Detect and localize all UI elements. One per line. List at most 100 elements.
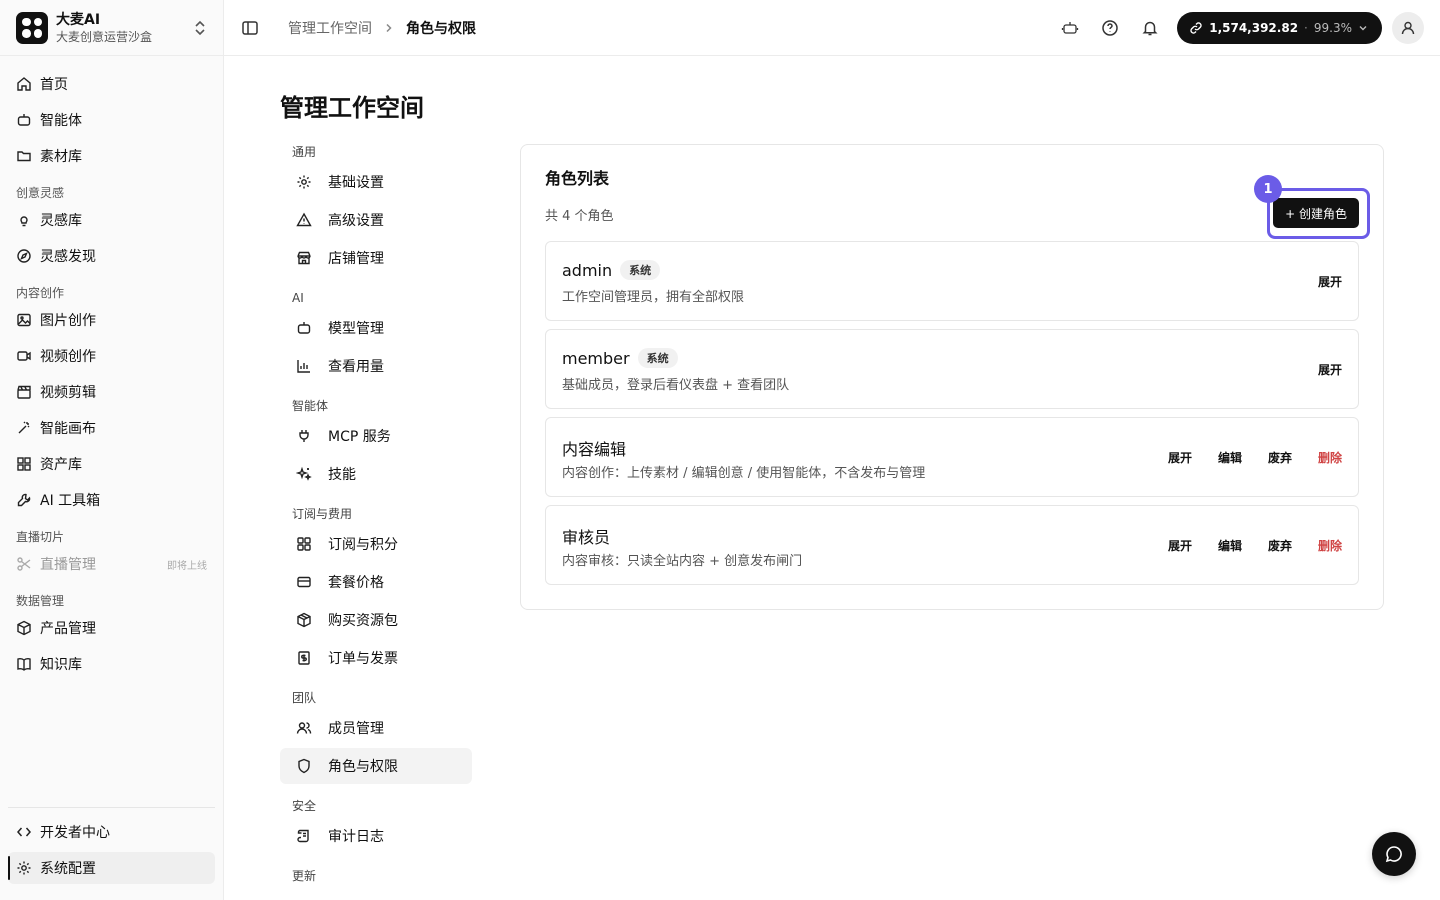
expand-button[interactable]: 展开 [1318,361,1342,378]
settings-item-usage[interactable]: 查看用量 [280,348,472,384]
expand-button[interactable]: 展开 [1318,273,1342,290]
roles-card: 角色列表 共 4 个角色 + 创建角色 1 admin 系统 工作空间管理员，拥… [520,144,1384,610]
breadcrumb-current: 角色与权限 [406,20,476,37]
sparkles-icon [296,466,312,482]
coming-soon-badge: 即将上线 [167,560,207,572]
main-nav: 首页 智能体 素材库 创意灵感 灵感库 灵感发现 内容创作 图片创作 视频创作 [0,56,223,680]
settings-section-team: 团队 [292,691,317,705]
settings-item-mcp[interactable]: MCP 服务 [280,418,472,454]
settings-item-stores[interactable]: 店铺管理 [280,240,472,276]
role-name: admin [562,260,613,280]
page-title: 管理工作空间 [280,94,424,122]
credits-percent: 99.3% [1313,20,1352,35]
sidebar-item-label: 资产库 [40,457,82,473]
sidebar-item-home[interactable]: 首页 [8,68,215,100]
delete-button[interactable]: 删除 [1318,449,1342,466]
credits-button[interactable]: 1,574,392.82 · 99.3% [1177,11,1382,44]
code-icon [16,824,32,840]
sidebar-item-label: 知识库 [40,657,82,673]
settings-nav: 通用 基础设置 高级设置 店铺管理 AI 模型管理 查看用量 智能体 MCP 服… [280,140,472,888]
role-description: 工作空间管理员，拥有全部权限 [562,290,745,305]
expand-button[interactable]: 展开 [1168,449,1192,466]
deprecate-button[interactable]: 废弃 [1268,449,1292,466]
settings-item-orders[interactable]: 订单与发票 [280,640,472,676]
settings-item-audit-log[interactable]: 审计日志 [280,818,472,854]
bot-icon[interactable] [1061,19,1079,37]
sidebar-item-video-editing[interactable]: 视频剪辑 [8,376,215,408]
settings-item-label: 套餐价格 [328,575,384,591]
workspace-switcher[interactable]: 大麦AI 大麦创意运营沙盒 [0,0,223,56]
scroll-icon [296,828,312,844]
sidebar-item-system-config[interactable]: 系统配置 [8,852,215,884]
sidebar-item-materials[interactable]: 素材库 [8,140,215,172]
bell-icon[interactable] [1141,19,1159,37]
settings-item-skills[interactable]: 技能 [280,456,472,492]
settings-item-subscription[interactable]: 订阅与积分 [280,526,472,562]
nav-section-data: 数据管理 [16,594,65,608]
settings-item-label: 角色与权限 [328,759,398,775]
system-badge: 系统 [620,260,661,280]
settings-item-label: 查看用量 [328,359,384,375]
system-badge: 系统 [637,348,678,368]
box-icon [16,620,32,636]
sidebar: 大麦AI 大麦创意运营沙盒 首页 智能体 素材库 创意灵感 灵感库 灵感发现 内 [0,0,224,900]
settings-section-agent: 智能体 [292,399,329,413]
settings-section-security: 安全 [292,799,317,813]
chevron-down-icon [1358,23,1368,33]
settings-item-resource-packs[interactable]: 购买资源包 [280,602,472,638]
sidebar-item-inspiration-discover[interactable]: 灵感发现 [8,240,215,272]
compass-icon [16,248,32,264]
sidebar-item-products[interactable]: 产品管理 [8,612,215,644]
link-icon [1189,21,1203,35]
sidebar-item-video-creation[interactable]: 视频创作 [8,340,215,372]
sidebar-item-developer[interactable]: 开发者中心 [8,816,215,848]
sidebar-item-knowledge[interactable]: 知识库 [8,648,215,680]
chevron-updown-icon[interactable] [193,19,207,37]
help-icon[interactable] [1101,19,1119,37]
sidebar-item-agents[interactable]: 智能体 [8,104,215,136]
image-icon [16,312,32,328]
role-description: 基础成员，登录后看仪表盘 + 查看团队 [562,378,790,393]
sidebar-toggle-icon[interactable] [240,18,260,38]
brand-logo [16,11,48,44]
sidebar-item-inspiration-library[interactable]: 灵感库 [8,204,215,236]
sidebar-item-label: AI 工具箱 [40,493,101,509]
user-icon [1401,21,1415,34]
sidebar-item-ai-toolbox[interactable]: AI 工具箱 [8,484,215,516]
deprecate-button[interactable]: 废弃 [1268,537,1292,554]
sidebar-item-label: 首页 [40,77,68,93]
brand-subtitle: 大麦创意运营沙盒 [56,29,153,44]
settings-item-roles[interactable]: 角色与权限 [280,748,472,784]
package-icon [296,612,312,628]
settings-item-basic[interactable]: 基础设置 [280,164,472,200]
sidebar-item-label: 视频创作 [40,349,96,365]
apps-icon [296,536,312,552]
wrench-icon [16,492,32,508]
user-avatar[interactable] [1392,11,1424,44]
delete-button[interactable]: 删除 [1318,537,1342,554]
scissors-icon [16,556,32,572]
breadcrumb-workspace[interactable]: 管理工作空间 [288,18,372,38]
sidebar-item-smart-canvas[interactable]: 智能画布 [8,412,215,444]
chat-bubble-icon [1385,846,1402,863]
role-row-reviewer: 审核员 内容审核：只读全站内容 + 创意发布闸门 展开 编辑 废弃 删除 [545,505,1359,585]
edit-button[interactable]: 编辑 [1218,537,1242,554]
chat-button[interactable] [1372,832,1416,876]
sidebar-item-label: 直播管理 [40,557,96,573]
users-icon [296,720,312,736]
role-name: 审核员 [562,528,611,547]
sidebar-item-label: 素材库 [40,149,82,165]
sidebar-item-label: 智能体 [40,113,82,129]
sidebar-item-assets[interactable]: 资产库 [8,448,215,480]
edit-button[interactable]: 编辑 [1218,449,1242,466]
settings-item-advanced[interactable]: 高级设置 [280,202,472,238]
folder-icon [16,148,32,164]
invoice-icon [296,650,312,666]
settings-item-members[interactable]: 成员管理 [280,710,472,746]
top-bar: 管理工作空间 角色与权限 1,574,392.82 · 99.3% [224,0,1440,56]
expand-button[interactable]: 展开 [1168,537,1192,554]
settings-item-pricing[interactable]: 套餐价格 [280,564,472,600]
sidebar-item-image-creation[interactable]: 图片创作 [8,304,215,336]
bot-icon [296,320,312,336]
settings-item-models[interactable]: 模型管理 [280,310,472,346]
